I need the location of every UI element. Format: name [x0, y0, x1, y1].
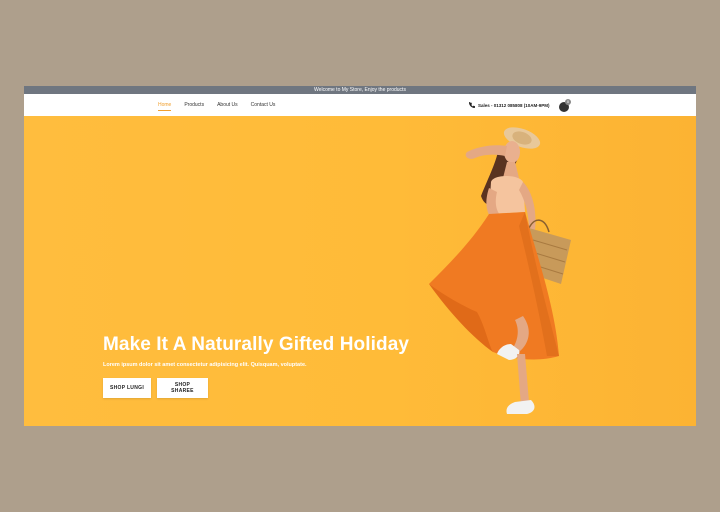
browser-page: Welcome to My Store, Enjoy the products …	[24, 86, 696, 426]
shop-sharee-button[interactable]: SHOP SHAREE	[157, 378, 208, 398]
nav-links: Home Products About Us Contact Us	[158, 94, 288, 116]
hero-banner: Make It A Naturally Gifted Holiday Lorem…	[24, 116, 696, 426]
shop-lungi-button[interactable]: SHOP LUNGI	[103, 378, 151, 398]
nav-contact-link[interactable]: Contact Us	[251, 102, 276, 108]
nav-home-link[interactable]: Home	[158, 102, 172, 111]
hero-title: Make It A Naturally Gifted Holiday	[103, 334, 410, 355]
hero-subtitle: Lorem ipsum dolor sit amet consectetur a…	[103, 362, 307, 368]
sales-contact: Sales - 01312 085808 (10AM-9PM)	[469, 94, 550, 116]
nav-about-link[interactable]: About Us	[217, 102, 238, 108]
cart-button[interactable]: 0	[559, 99, 571, 112]
top-navigation: Home Products About Us Contact Us Sales …	[24, 94, 696, 116]
model-photo	[429, 127, 571, 414]
phone-icon	[469, 102, 475, 108]
sales-phone-text: Sales - 01312 085808 (10AM-9PM)	[478, 102, 550, 108]
nav-products-link[interactable]: Products	[184, 102, 204, 108]
announcement-bar: Welcome to My Store, Enjoy the products	[24, 86, 696, 94]
cart-count-badge: 0	[565, 99, 571, 105]
announcement-text: Welcome to My Store, Enjoy the products	[314, 87, 406, 93]
